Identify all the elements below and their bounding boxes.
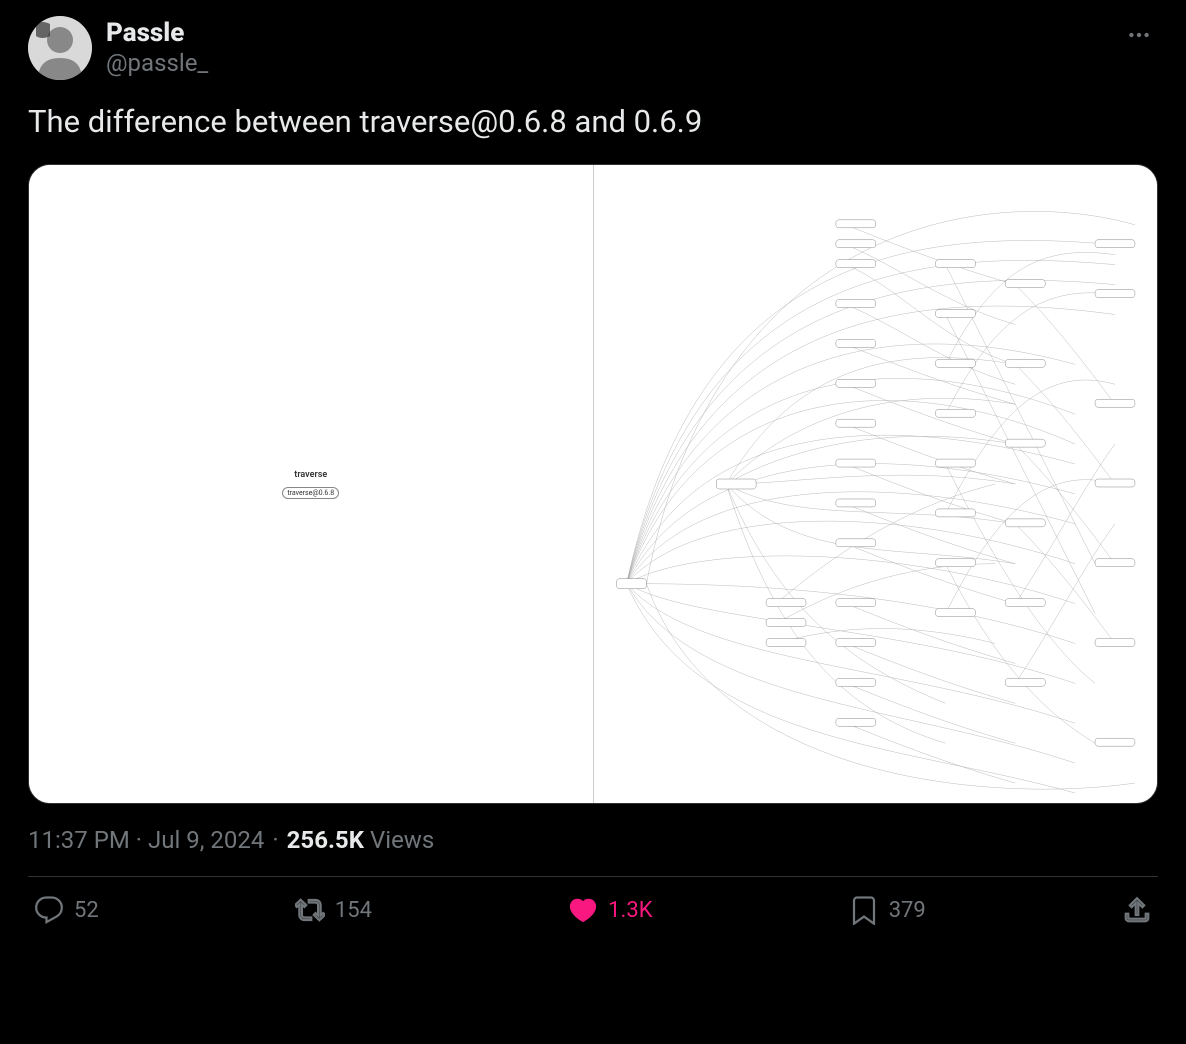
action-bar: 52 154 1.3K 379 bbox=[28, 895, 1158, 925]
author-handle[interactable]: @passle_ bbox=[106, 49, 1106, 78]
tweet-media[interactable]: traverse traverse@0.6.8 bbox=[28, 164, 1158, 804]
bookmark-button[interactable]: 379 bbox=[849, 895, 926, 925]
tweet-meta: 11:37 PM · Jul 9, 2024 · 256.5K Views bbox=[28, 826, 1158, 854]
avatar[interactable] bbox=[28, 16, 92, 80]
timestamp[interactable]: 11:37 PM · Jul 9, 2024 bbox=[28, 826, 264, 854]
share-button[interactable] bbox=[1122, 895, 1152, 925]
like-count: 1.3K bbox=[608, 898, 652, 923]
dependency-graph bbox=[594, 165, 1158, 803]
retweet-button[interactable]: 154 bbox=[295, 895, 372, 925]
retweet-count: 154 bbox=[335, 898, 372, 923]
bookmark-count: 379 bbox=[889, 898, 926, 923]
reply-count: 52 bbox=[74, 898, 99, 923]
author-name[interactable]: Passle bbox=[106, 18, 1106, 49]
media-left-pane: traverse traverse@0.6.8 bbox=[29, 165, 594, 803]
retweet-icon bbox=[295, 895, 325, 925]
share-icon bbox=[1122, 895, 1152, 925]
bookmark-icon bbox=[849, 895, 879, 925]
node-title: traverse bbox=[282, 470, 339, 480]
separator: · bbox=[272, 826, 278, 854]
avatar-image bbox=[28, 16, 92, 80]
media-right-pane bbox=[594, 165, 1158, 803]
tweet-article: Passle @passle_ The difference between t… bbox=[28, 16, 1158, 925]
more-icon bbox=[1126, 22, 1152, 48]
more-button[interactable] bbox=[1120, 16, 1158, 58]
reply-icon bbox=[34, 895, 64, 925]
views-count: 256.5K bbox=[287, 826, 364, 854]
tweet-header: Passle @passle_ bbox=[28, 16, 1158, 80]
node-box: traverse@0.6.8 bbox=[282, 487, 339, 499]
divider bbox=[28, 876, 1158, 877]
tweet-text: The difference between traverse@0.6.8 an… bbox=[28, 102, 1158, 142]
author-block: Passle @passle_ bbox=[106, 18, 1106, 78]
views-label: Views bbox=[370, 826, 434, 854]
single-dependency-node: traverse traverse@0.6.8 bbox=[282, 470, 339, 499]
heart-icon bbox=[568, 895, 598, 925]
like-button[interactable]: 1.3K bbox=[568, 895, 652, 925]
reply-button[interactable]: 52 bbox=[34, 895, 99, 925]
